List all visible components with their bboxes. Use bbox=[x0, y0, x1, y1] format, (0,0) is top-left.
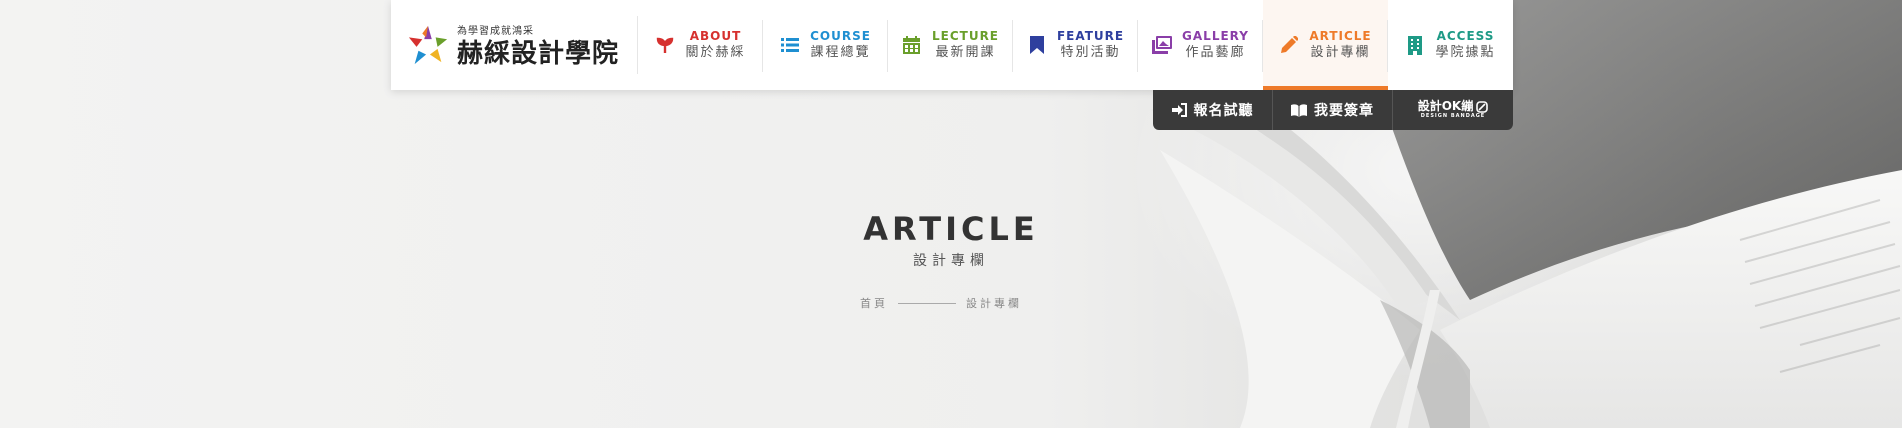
sprout-icon bbox=[655, 35, 675, 55]
nav-article[interactable]: ARTICLE 設計專欄 bbox=[1263, 0, 1388, 90]
signup-label: 報名試聽 bbox=[1193, 103, 1254, 119]
nav-access-en: ACCESS bbox=[1436, 29, 1495, 43]
breadcrumb-current: 設計專欄 bbox=[966, 297, 1022, 310]
sign-document-label: 我要簽章 bbox=[1314, 103, 1374, 119]
nav-lecture-en: LECTURE bbox=[931, 29, 1000, 43]
page-subtitle: 設計專欄 bbox=[913, 253, 989, 269]
sign-document-button[interactable]: 我要簽章 bbox=[1273, 90, 1393, 130]
bandage-icon bbox=[1476, 100, 1489, 113]
brand-slogan: 為學習成就鴻采 bbox=[457, 25, 534, 37]
nav-gallery-zh: 作品藝廊 bbox=[1185, 45, 1246, 60]
quick-actions: 報名試聽 我要簽章 設計OK繃 DESIGN BANDAGE bbox=[1153, 90, 1513, 130]
nav-feature[interactable]: FEATURE 特別活動 bbox=[1013, 0, 1138, 90]
nav-article-en: ARTICLE bbox=[1309, 29, 1372, 43]
nav-feature-en: FEATURE bbox=[1056, 29, 1125, 43]
nav-feature-zh: 特別活動 bbox=[1060, 45, 1121, 60]
nav-about[interactable]: ABOUT 關於赫綵 bbox=[638, 0, 763, 90]
nav-about-en: ABOUT bbox=[689, 29, 742, 43]
breadcrumb-home[interactable]: 首頁 bbox=[860, 295, 888, 311]
images-icon bbox=[1152, 35, 1173, 55]
breadcrumb: 首頁 設計專欄 bbox=[860, 295, 1060, 311]
design-ok-sublabel: DESIGN BANDAGE bbox=[1420, 113, 1486, 119]
nav-gallery-en: GALLERY bbox=[1182, 29, 1249, 43]
nav-course[interactable]: COURSE 課程總覽 bbox=[763, 0, 888, 90]
nav-lecture-zh: 最新開課 bbox=[935, 45, 996, 60]
brand-name: 赫綵設計學院 bbox=[457, 38, 620, 69]
nav-article-zh: 設計專欄 bbox=[1310, 45, 1371, 60]
nav-gallery[interactable]: GALLERY 作品藝廊 bbox=[1138, 0, 1263, 90]
nav-about-zh: 關於赫綵 bbox=[685, 45, 746, 60]
sign-in-icon bbox=[1171, 103, 1187, 117]
page-title: ARTICLE bbox=[863, 210, 1039, 248]
list-icon bbox=[780, 35, 800, 55]
nav-course-en: COURSE bbox=[810, 29, 871, 43]
pencil-icon bbox=[1279, 35, 1299, 55]
site-logo[interactable]: 為學習成就鴻采 赫綵設計學院 bbox=[391, 16, 638, 74]
logo-star-icon bbox=[408, 25, 448, 65]
nav-course-zh: 課程總覽 bbox=[810, 45, 871, 60]
signup-button[interactable]: 報名試聽 bbox=[1153, 90, 1273, 130]
breadcrumb-divider bbox=[898, 302, 956, 304]
nav-access-zh: 學院據點 bbox=[1435, 45, 1496, 60]
design-ok-button[interactable]: 設計OK繃 DESIGN BANDAGE bbox=[1393, 90, 1513, 130]
building-icon bbox=[1405, 35, 1425, 55]
nav-access[interactable]: ACCESS 學院據點 bbox=[1388, 0, 1513, 90]
bookmark-icon bbox=[1027, 35, 1047, 55]
calendar-icon bbox=[902, 35, 922, 55]
book-open-icon bbox=[1291, 103, 1307, 117]
main-navbar: 為學習成就鴻采 赫綵設計學院 ABOUT 關於赫綵 COURSE 課程總覽 LE… bbox=[391, 0, 1513, 90]
nav-lecture[interactable]: LECTURE 最新開課 bbox=[888, 0, 1013, 90]
design-ok-label: 設計OK繃 bbox=[1417, 99, 1474, 113]
